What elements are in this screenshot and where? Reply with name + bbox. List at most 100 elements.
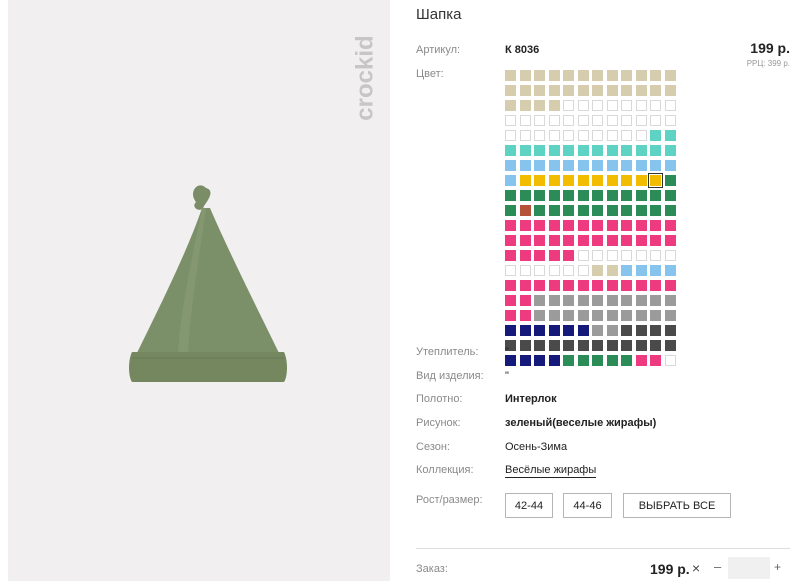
color-swatch[interactable]	[650, 310, 661, 321]
color-swatch[interactable]	[519, 355, 531, 366]
color-swatch[interactable]	[635, 295, 647, 306]
color-swatch[interactable]	[534, 280, 545, 291]
color-swatch[interactable]	[635, 235, 647, 246]
color-swatch[interactable]	[606, 325, 618, 336]
color-swatch[interactable]	[664, 145, 676, 156]
color-swatch[interactable]	[664, 70, 676, 81]
color-swatch[interactable]	[606, 295, 618, 306]
color-swatch[interactable]	[592, 325, 603, 336]
color-swatch[interactable]	[577, 295, 589, 306]
color-swatch[interactable]	[635, 175, 647, 186]
color-swatch[interactable]	[635, 355, 647, 366]
color-swatch[interactable]	[592, 190, 603, 201]
color-swatch[interactable]	[519, 295, 531, 306]
color-swatch[interactable]	[635, 70, 647, 81]
color-swatch[interactable]	[621, 85, 632, 96]
color-swatch[interactable]	[519, 250, 531, 261]
color-swatch[interactable]	[606, 280, 618, 291]
color-swatch[interactable]	[577, 325, 589, 336]
color-swatch[interactable]	[621, 325, 632, 336]
color-swatch[interactable]	[664, 85, 676, 96]
color-swatch[interactable]	[664, 340, 676, 351]
color-swatch[interactable]	[592, 355, 603, 366]
color-swatch[interactable]	[563, 355, 574, 366]
color-swatch[interactable]	[548, 280, 560, 291]
color-swatch[interactable]	[534, 325, 545, 336]
color-swatch[interactable]	[592, 205, 603, 216]
color-swatch[interactable]	[519, 340, 531, 351]
color-swatch[interactable]	[534, 355, 545, 366]
color-swatch[interactable]	[577, 85, 589, 96]
color-swatch[interactable]	[519, 100, 531, 111]
color-swatch[interactable]	[519, 85, 531, 96]
color-swatch[interactable]	[635, 190, 647, 201]
qty-minus-button[interactable]: –	[714, 559, 721, 574]
color-swatch[interactable]	[534, 100, 545, 111]
color-swatch[interactable]	[577, 235, 589, 246]
color-swatch[interactable]	[519, 70, 531, 81]
color-swatch[interactable]	[577, 310, 589, 321]
color-swatch[interactable]	[534, 175, 545, 186]
color-swatch[interactable]	[606, 145, 618, 156]
color-swatch[interactable]	[606, 355, 618, 366]
color-swatch[interactable]	[519, 190, 531, 201]
color-swatch[interactable]	[505, 280, 516, 291]
color-swatch[interactable]	[563, 160, 574, 171]
color-swatch[interactable]	[577, 220, 589, 231]
color-swatch[interactable]	[592, 175, 603, 186]
color-swatch[interactable]	[650, 340, 661, 351]
qty-plus-button[interactable]: +	[774, 560, 781, 574]
color-swatch[interactable]	[592, 340, 603, 351]
color-swatch[interactable]	[606, 265, 618, 276]
color-swatch[interactable]	[548, 160, 560, 171]
color-swatch[interactable]	[664, 235, 676, 246]
color-swatch[interactable]	[534, 310, 545, 321]
color-swatch[interactable]	[505, 250, 516, 261]
color-swatch[interactable]	[621, 205, 632, 216]
color-swatch[interactable]	[548, 100, 560, 111]
color-swatch[interactable]	[650, 145, 661, 156]
color-swatch[interactable]	[505, 220, 516, 231]
color-swatch[interactable]	[548, 310, 560, 321]
color-swatch[interactable]	[592, 265, 603, 276]
color-swatch[interactable]	[505, 310, 516, 321]
color-swatch[interactable]	[606, 160, 618, 171]
color-swatch[interactable]	[577, 340, 589, 351]
color-swatch[interactable]	[534, 160, 545, 171]
color-swatch[interactable]	[577, 70, 589, 81]
color-swatch[interactable]	[563, 190, 574, 201]
color-swatch[interactable]	[621, 280, 632, 291]
color-swatch[interactable]	[650, 265, 661, 276]
color-swatch[interactable]	[635, 265, 647, 276]
color-swatch[interactable]	[563, 235, 574, 246]
color-swatch[interactable]	[548, 220, 560, 231]
color-swatch[interactable]	[577, 145, 589, 156]
color-swatch[interactable]	[519, 160, 531, 171]
color-swatch[interactable]	[664, 205, 676, 216]
color-swatch[interactable]	[505, 85, 516, 96]
color-swatch[interactable]	[548, 250, 560, 261]
color-swatch[interactable]	[650, 235, 661, 246]
color-swatch[interactable]	[548, 85, 560, 96]
color-swatch[interactable]	[606, 340, 618, 351]
color-swatch[interactable]	[534, 85, 545, 96]
color-swatch[interactable]	[650, 205, 661, 216]
color-swatch[interactable]	[563, 70, 574, 81]
color-swatch[interactable]	[505, 325, 516, 336]
color-swatch[interactable]	[650, 70, 661, 81]
color-swatch[interactable]	[664, 325, 676, 336]
color-swatch[interactable]	[548, 325, 560, 336]
color-swatch[interactable]	[577, 280, 589, 291]
color-swatch[interactable]	[635, 325, 647, 336]
color-swatch[interactable]	[563, 205, 574, 216]
color-swatch[interactable]	[563, 340, 574, 351]
color-swatch[interactable]	[635, 220, 647, 231]
color-swatch[interactable]	[635, 160, 647, 171]
color-swatch[interactable]	[534, 145, 545, 156]
color-swatch[interactable]	[563, 220, 574, 231]
color-swatch[interactable]	[635, 205, 647, 216]
color-swatch[interactable]	[635, 145, 647, 156]
color-swatch[interactable]	[606, 205, 618, 216]
color-swatch[interactable]	[519, 280, 531, 291]
color-swatch[interactable]	[664, 295, 676, 306]
